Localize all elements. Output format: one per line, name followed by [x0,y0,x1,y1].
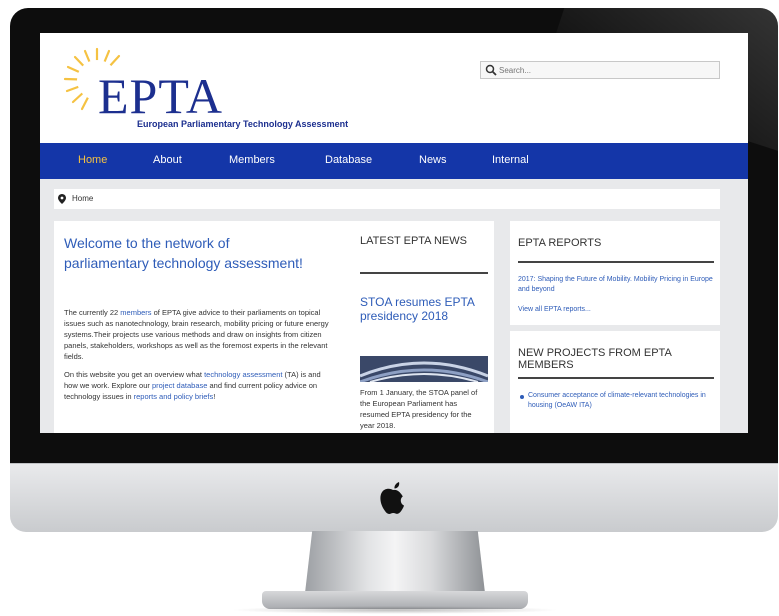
nav-item-news[interactable]: News [419,154,447,166]
welcome-panel: Welcome to the network of parliamentary … [54,221,494,433]
site-header: EPTA European Parliamentary Technology A… [40,33,748,143]
nav-item-members[interactable]: Members [229,154,275,166]
overview-text: ! [213,392,216,401]
apple-logo-icon [380,482,404,514]
view-all-reports-link[interactable]: View all EPTA reports... [518,305,714,315]
members-link[interactable]: members [120,308,151,317]
site-logo-text[interactable]: EPTA [98,71,223,121]
search-icon [485,64,497,76]
intro-text: The currently 22 [64,308,121,317]
overview-text: On this website you get an overview what [64,370,205,379]
map-pin-icon [58,194,66,204]
breadcrumb: Home [54,189,720,209]
nav-item-home[interactable]: Home [78,154,107,166]
report-2017-link[interactable]: 2017: Shaping the Future of Mobility. Mo… [518,275,714,295]
stand-shadow [230,606,560,614]
search-box[interactable] [480,61,720,79]
parliament-photo[interactable] [360,356,488,382]
main-navigation: Home About Members Database News Interna… [40,143,748,179]
news-article-excerpt: From 1 January, the STOA panel of the Eu… [360,388,478,430]
monitor-stand-neck [305,531,485,593]
new-projects-panel: NEW PROJECTS FROM EPTA MEMBERS Consumer … [510,331,720,433]
breadcrumb-home[interactable]: Home [72,194,93,203]
latest-news-heading: LATEST EPTA NEWS [360,235,467,247]
list-bullet [520,395,524,399]
site-logo-subtitle: European Parliamentary Technology Assess… [137,119,349,129]
nav-item-internal[interactable]: Internal [492,154,529,166]
news-divider [360,272,488,274]
website-screen: EPTA European Parliamentary Technology A… [40,33,748,433]
technology-assessment-link[interactable]: technology assessment [204,370,282,379]
welcome-heading: Welcome to the network of parliamentary … [64,235,303,271]
new-projects-heading: NEW PROJECTS FROM EPTA MEMBERS [518,347,672,371]
projects-divider [518,377,714,379]
intro-paragraph: The currently 22 members of EPTA give ad… [64,307,334,362]
reports-divider [518,261,714,263]
news-article-title[interactable]: STOA resumes EPTA presidency 2018 [360,295,488,323]
search-input[interactable] [499,62,709,78]
overview-paragraph: On this website you get an overview what… [64,369,334,402]
project-database-link[interactable]: project database [152,381,207,390]
epta-reports-heading: EPTA REPORTS [518,237,602,249]
reports-policy-briefs-link[interactable]: reports and policy briefs [134,392,214,401]
latest-news-column: LATEST EPTA NEWS STOA resumes EPTA presi… [360,221,488,433]
epta-reports-panel: EPTA REPORTS 2017: Shaping the Future of… [510,221,720,325]
project-item-link[interactable]: Consumer acceptance of climate-relevant … [528,391,714,411]
nav-item-database[interactable]: Database [325,154,372,166]
nav-item-about[interactable]: About [153,154,182,166]
